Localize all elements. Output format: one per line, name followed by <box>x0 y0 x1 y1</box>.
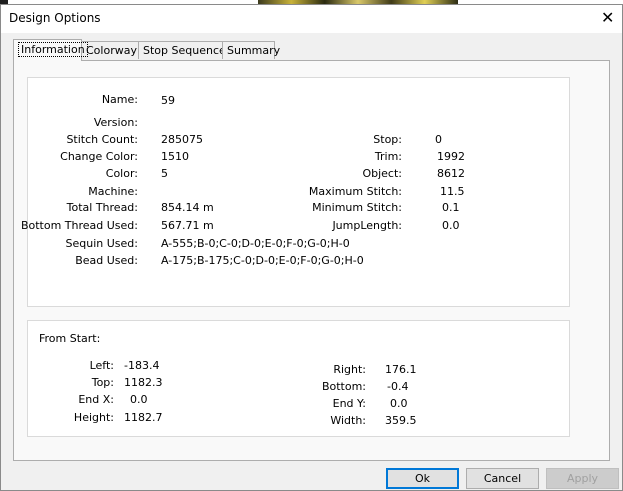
bottom-label: Bottom: <box>321 380 366 393</box>
from-start-heading: From Start: <box>39 332 101 345</box>
change-color-label: Change Color: <box>60 150 138 163</box>
height-value: 1182.7 <box>124 411 163 424</box>
height-label: Height: <box>73 411 114 424</box>
object-label: Object: <box>362 167 402 180</box>
maximum-stitch-value: 11.5 <box>440 185 465 198</box>
tab-colorway[interactable]: Colorway <box>81 41 139 59</box>
width-label: Width: <box>330 414 366 427</box>
apply-button[interactable]: Apply <box>546 468 619 489</box>
from-start-group: From Start: Left: -183.4 Top: 1182.3 End… <box>27 320 570 437</box>
information-panel: Name: 59 Version: Stitch Count: 285075 C… <box>13 60 610 461</box>
tab-colorway-label: Colorway <box>86 44 137 57</box>
change-color-value: 1510 <box>161 150 189 163</box>
object-value: 8612 <box>437 167 465 180</box>
total-thread-value: 854.14 m <box>161 201 214 214</box>
bottom-thread-label: Bottom Thread Used: <box>20 219 138 232</box>
trim-label: Trim: <box>374 150 402 163</box>
left-value: -183.4 <box>124 359 160 372</box>
top-value: 1182.3 <box>124 376 163 389</box>
right-value: 176.1 <box>385 363 417 376</box>
color-label: Color: <box>105 167 138 180</box>
top-label: Top: <box>91 376 114 389</box>
bead-label: Bead Used: <box>75 254 138 267</box>
name-label: Name: <box>101 93 138 106</box>
version-label: Version: <box>93 116 138 129</box>
trim-value: 1992 <box>437 150 465 163</box>
tab-stop-sequence-label: Stop Sequence <box>143 44 226 57</box>
jump-length-value: 0.0 <box>442 219 460 232</box>
bottom-value: -0.4 <box>387 380 409 393</box>
machine-label: Machine: <box>88 185 138 198</box>
jump-length-label: JumpLength: <box>332 219 402 232</box>
color-value: 5 <box>161 167 168 180</box>
dialog-title: Design Options <box>9 11 101 25</box>
total-thread-label: Total Thread: <box>66 201 138 214</box>
ok-button[interactable]: Ok <box>386 468 459 489</box>
stop-label: Stop: <box>373 133 402 146</box>
tab-information[interactable]: Information <box>13 39 88 61</box>
end-x-value: 0.0 <box>130 393 148 406</box>
minimum-stitch-label: Minimum Stitch: <box>312 201 402 214</box>
end-y-label: End Y: <box>332 397 366 410</box>
cancel-button[interactable]: Cancel <box>466 468 539 489</box>
sequin-value: A-555;B-0;C-0;D-0;E-0;F-0;G-0;H-0 <box>161 237 350 250</box>
stitch-count-value: 285075 <box>161 133 203 146</box>
tab-summary[interactable]: Summary <box>222 41 280 59</box>
maximum-stitch-label: Maximum Stitch: <box>308 185 402 198</box>
design-options-dialog: Design Options ✕ Information Colorway St… <box>0 4 623 491</box>
stitch-count-label: Stitch Count: <box>66 133 138 146</box>
end-x-label: End X: <box>78 393 114 406</box>
width-value: 359.5 <box>385 414 417 427</box>
stop-value: 0 <box>435 133 442 146</box>
right-label: Right: <box>333 363 366 376</box>
left-label: Left: <box>89 359 114 372</box>
minimum-stitch-value: 0.1 <box>442 201 460 214</box>
name-value: 59 <box>161 94 175 107</box>
tab-information-label: Information <box>18 42 88 57</box>
end-y-value: 0.0 <box>390 397 408 410</box>
title-bar: Design Options ✕ <box>1 5 622 33</box>
tab-stop-sequence[interactable]: Stop Sequence <box>138 41 226 59</box>
bead-value: A-175;B-175;C-0;D-0;E-0;F-0;G-0;H-0 <box>161 254 364 267</box>
bottom-thread-value: 567.71 m <box>161 219 214 232</box>
sequin-label: Sequin Used: <box>65 237 138 250</box>
close-icon[interactable]: ✕ <box>601 8 614 28</box>
information-group: Name: 59 Version: Stitch Count: 285075 C… <box>21 77 570 307</box>
tab-summary-label: Summary <box>227 44 281 57</box>
